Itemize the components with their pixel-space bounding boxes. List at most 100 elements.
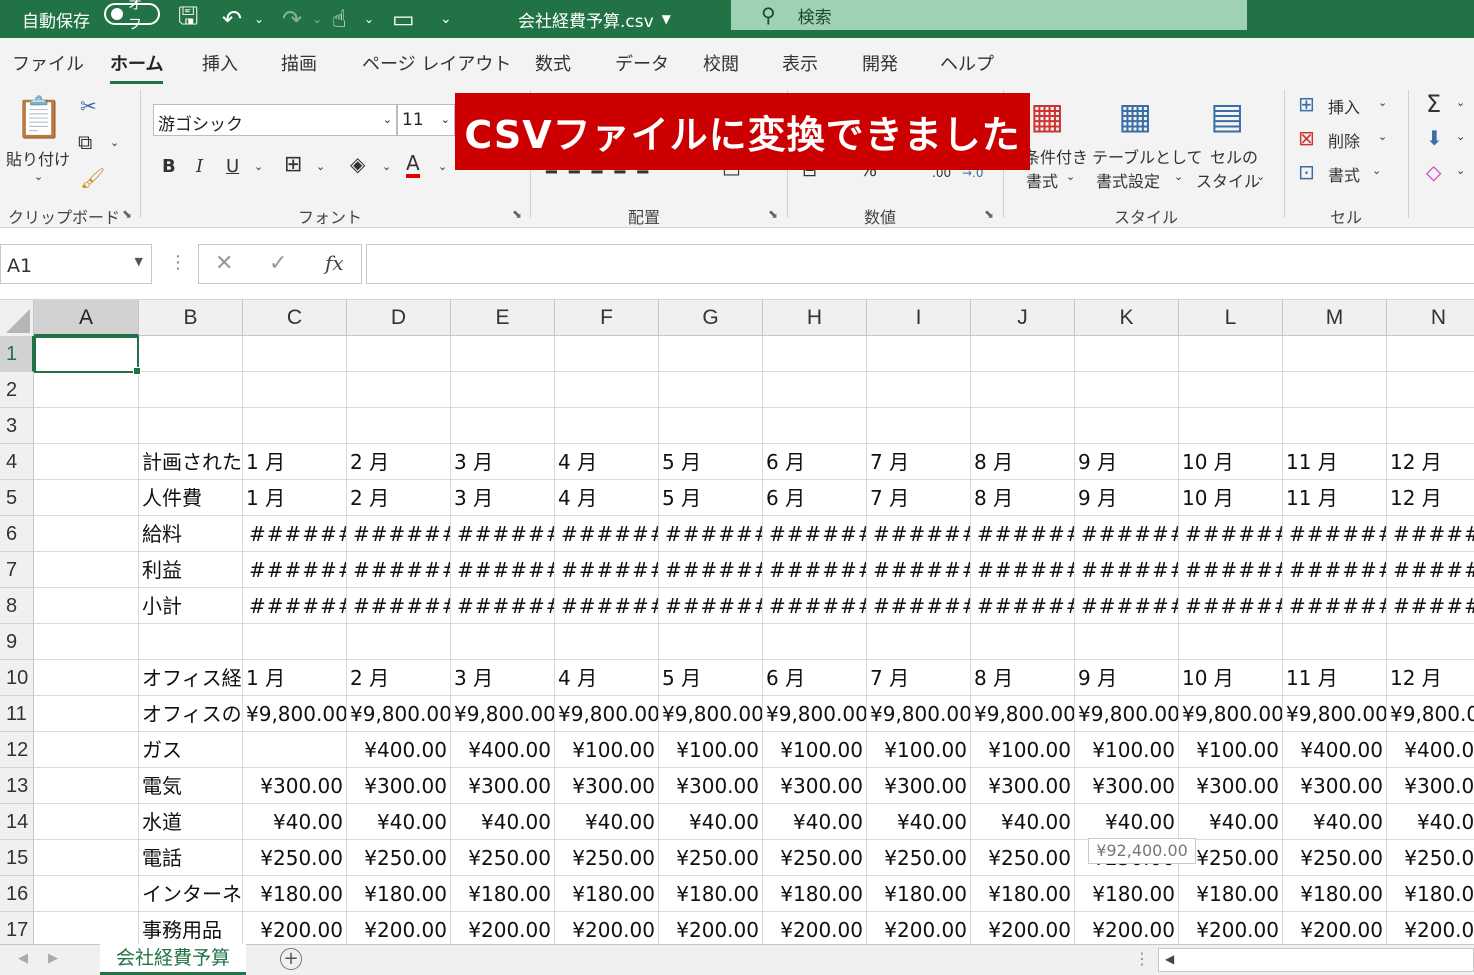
- row-header[interactable]: 2: [0, 372, 34, 408]
- grid-cell[interactable]: ¥250.00: [763, 840, 867, 876]
- grid-cell[interactable]: ¥40.00: [763, 804, 867, 840]
- grid-cell[interactable]: [451, 372, 555, 408]
- delete-cells-button[interactable]: 削除: [1328, 128, 1360, 152]
- select-all-button[interactable]: [0, 300, 34, 336]
- row-label-cell[interactable]: 給料: [139, 516, 243, 552]
- column-header-j[interactable]: J: [971, 300, 1075, 336]
- grid-cell[interactable]: #######: [659, 588, 763, 624]
- horizontal-scrollbar[interactable]: ◀: [1158, 948, 1474, 972]
- grid-cell[interactable]: [1075, 372, 1179, 408]
- grid-cell[interactable]: [34, 696, 139, 732]
- grid-cell[interactable]: [971, 372, 1075, 408]
- tab-file[interactable]: ファイル: [12, 50, 84, 76]
- grid-cell[interactable]: 1 月: [243, 480, 347, 516]
- grid-cell[interactable]: ¥9,800.00: [763, 696, 867, 732]
- copy-dropdown-icon[interactable]: ⌄: [110, 136, 119, 149]
- number-launcher-icon[interactable]: ⬊: [984, 207, 994, 221]
- grid-cell[interactable]: ¥180.00: [971, 876, 1075, 912]
- cancel-icon[interactable]: ✕: [215, 251, 233, 276]
- grid-cell[interactable]: [243, 624, 347, 660]
- grid-cell[interactable]: ¥40.00: [1283, 804, 1387, 840]
- grid-cell[interactable]: 6 月: [763, 660, 867, 696]
- tab-formulas[interactable]: 数式: [535, 50, 571, 76]
- row-label-cell[interactable]: [139, 408, 243, 444]
- grid-cell[interactable]: 5 月: [659, 444, 763, 480]
- grid-cell[interactable]: 8 月: [971, 660, 1075, 696]
- copy-icon[interactable]: ⧉: [78, 130, 92, 154]
- grid-cell[interactable]: 10 月: [1179, 480, 1283, 516]
- grid-cell[interactable]: 3 月: [451, 480, 555, 516]
- grid-cell[interactable]: #######: [451, 552, 555, 588]
- name-box[interactable]: A1 ▼: [0, 244, 152, 284]
- grid-cell[interactable]: ¥250.00: [867, 840, 971, 876]
- autosave-toggle[interactable]: オフ: [104, 0, 160, 33]
- grid-cell[interactable]: [34, 912, 139, 944]
- row-header[interactable]: 16: [0, 876, 34, 912]
- grid-cell[interactable]: ¥180.00: [555, 876, 659, 912]
- row-label-cell[interactable]: 電気: [139, 768, 243, 804]
- grid-cell[interactable]: ¥100.00: [971, 732, 1075, 768]
- grid-cell[interactable]: 12 月: [1387, 480, 1474, 516]
- grid-cell[interactable]: #######: [1283, 516, 1387, 552]
- grid-cell[interactable]: #######: [451, 588, 555, 624]
- row-label-cell[interactable]: 計画されたコスト: [139, 444, 243, 480]
- cell-styles-label-1[interactable]: セルの: [1210, 144, 1258, 168]
- grid-cell[interactable]: ¥300.00: [659, 768, 763, 804]
- grid-cell[interactable]: #######: [867, 552, 971, 588]
- grid-cell[interactable]: ¥300.00: [1179, 768, 1283, 804]
- grid-cell[interactable]: ¥300.00: [763, 768, 867, 804]
- grid-cell[interactable]: ¥9,800.00: [1387, 696, 1474, 732]
- grid-cell[interactable]: [867, 408, 971, 444]
- grid-cell[interactable]: [347, 372, 451, 408]
- grid-cell[interactable]: #######: [451, 516, 555, 552]
- insert-cells-icon[interactable]: ⊞: [1298, 92, 1315, 116]
- grid-cell[interactable]: [555, 336, 659, 372]
- grid-cell[interactable]: #######: [347, 552, 451, 588]
- paste-dropdown-icon[interactable]: ⌄: [34, 170, 43, 183]
- grid-cell[interactable]: ¥9,800.00: [451, 696, 555, 732]
- grid-cell[interactable]: ¥200.00: [867, 912, 971, 944]
- tab-developer[interactable]: 開発: [862, 50, 898, 76]
- clipboard-launcher-icon[interactable]: ⬊: [122, 207, 132, 221]
- grid-cell[interactable]: #######: [659, 516, 763, 552]
- grid-cell[interactable]: ¥200.00: [243, 912, 347, 944]
- grid-cell[interactable]: [1075, 624, 1179, 660]
- column-header-i[interactable]: I: [867, 300, 971, 336]
- grid-cell[interactable]: #######: [1075, 588, 1179, 624]
- grid-cell[interactable]: [34, 804, 139, 840]
- grid-cell[interactable]: ¥40.00: [347, 804, 451, 840]
- tab-draw[interactable]: 描画: [281, 50, 317, 76]
- grid-cell[interactable]: ¥180.00: [1283, 876, 1387, 912]
- font-color-dropdown-icon[interactable]: ⌄: [438, 160, 447, 173]
- scroll-left-icon[interactable]: ◀: [1165, 952, 1174, 966]
- grid-cell[interactable]: [347, 408, 451, 444]
- grid-cell[interactable]: 9 月: [1075, 480, 1179, 516]
- row-header[interactable]: 9: [0, 624, 34, 660]
- grid-cell[interactable]: [451, 624, 555, 660]
- print-preview-icon[interactable]: ▭: [392, 0, 415, 38]
- grid-cell[interactable]: ¥100.00: [555, 732, 659, 768]
- format-as-table-icon[interactable]: ▦: [1118, 96, 1152, 137]
- grid-cell[interactable]: ¥180.00: [763, 876, 867, 912]
- grid-cell[interactable]: [971, 624, 1075, 660]
- insert-cells-button[interactable]: 挿入: [1328, 94, 1360, 118]
- conditional-format-label-1[interactable]: 条件付き: [1024, 144, 1088, 168]
- grid-cell[interactable]: ¥250.00: [451, 840, 555, 876]
- grid-cell[interactable]: ¥200.00: [1283, 912, 1387, 944]
- grid-cell[interactable]: 11 月: [1283, 444, 1387, 480]
- format-cells-button[interactable]: 書式: [1328, 162, 1360, 186]
- grid-cell[interactable]: [34, 624, 139, 660]
- save-icon[interactable]: 🖫: [178, 0, 198, 38]
- column-header-m[interactable]: M: [1283, 300, 1387, 336]
- format-painter-icon[interactable]: 🖌: [80, 166, 105, 190]
- row-label-cell[interactable]: ガス: [139, 732, 243, 768]
- row-label-cell[interactable]: [139, 336, 243, 372]
- grid-cell[interactable]: ¥40.00: [867, 804, 971, 840]
- grid-cell[interactable]: ¥100.00: [867, 732, 971, 768]
- grid-cell[interactable]: [763, 624, 867, 660]
- grid-cell[interactable]: [1387, 372, 1474, 408]
- font-name-select[interactable]: 游ゴシック ⌄: [153, 104, 397, 136]
- cut-icon[interactable]: ✂: [80, 94, 97, 118]
- grid-cell[interactable]: #######: [1283, 588, 1387, 624]
- grid-cell[interactable]: ¥180.00: [1179, 876, 1283, 912]
